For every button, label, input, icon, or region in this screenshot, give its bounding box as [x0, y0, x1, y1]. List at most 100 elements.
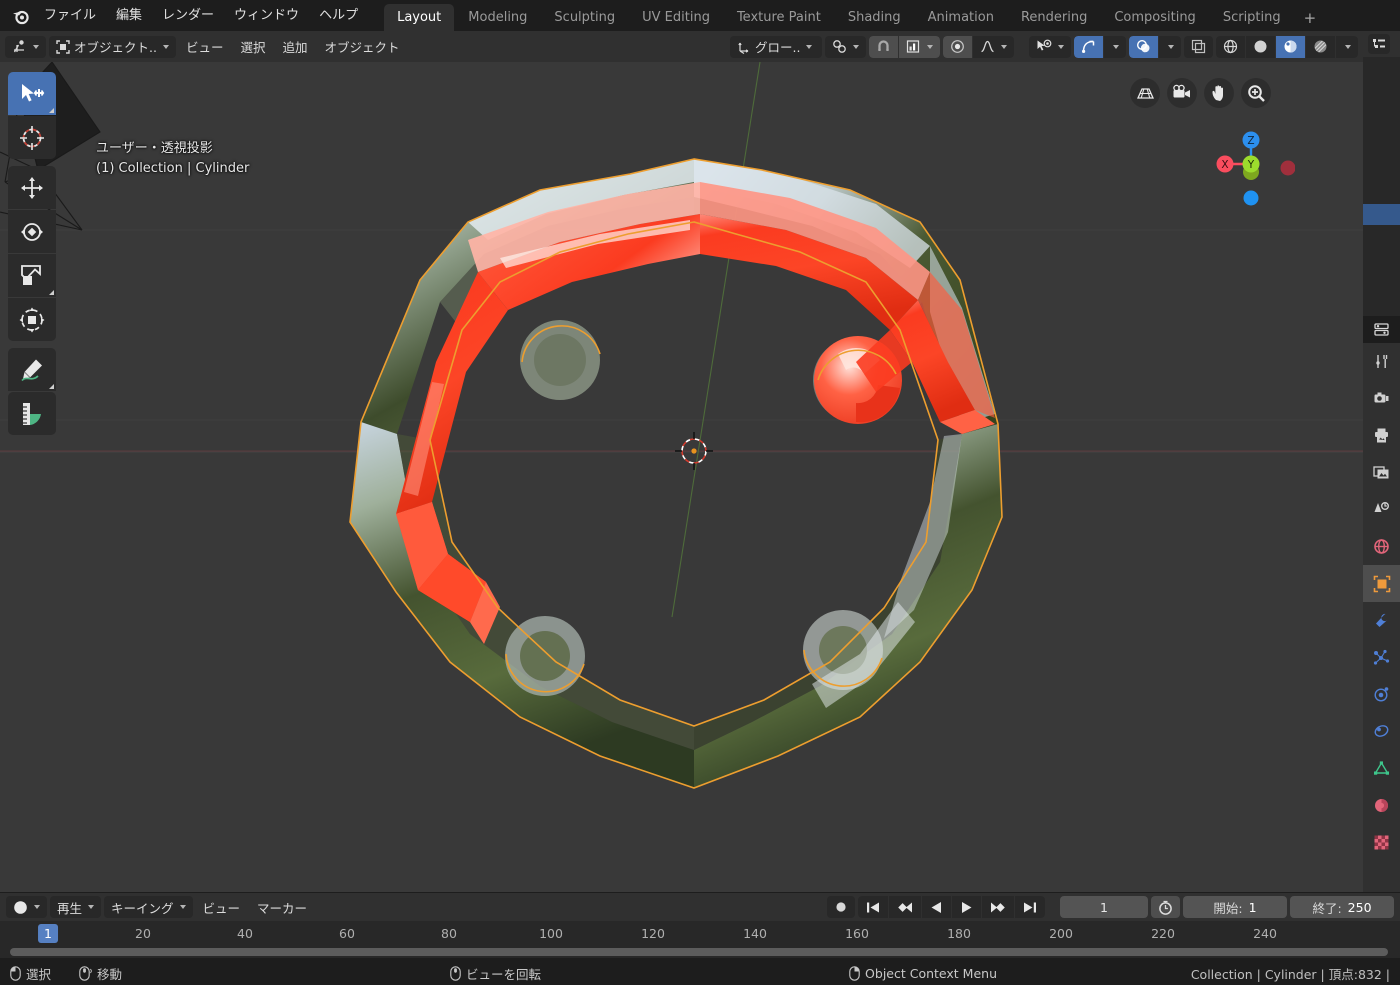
- proportional-falloff-selector[interactable]: [973, 35, 1014, 58]
- tool-measure[interactable]: [8, 392, 56, 435]
- workspace-tab-sculpting[interactable]: Sculpting: [541, 4, 628, 31]
- timeline-menu-view[interactable]: ビュー: [196, 896, 248, 918]
- properties-tab-texture[interactable]: [1363, 824, 1400, 861]
- show-overlays-toggle[interactable]: [1129, 35, 1158, 58]
- snap-magnet-toggle[interactable]: [869, 35, 898, 58]
- outliner-row[interactable]: [1363, 183, 1400, 204]
- outliner-row[interactable]: [1363, 246, 1400, 267]
- 3d-viewport[interactable]: ユーザー・透視投影 (1) Collection | Cylinder Z Y …: [0, 62, 1363, 892]
- frame-start-field[interactable]: 開始: 1: [1183, 896, 1287, 918]
- editor-type-selector[interactable]: [5, 35, 46, 58]
- menu-file[interactable]: ファイル: [34, 4, 106, 27]
- menu-window[interactable]: ウィンドウ: [224, 4, 309, 27]
- timeline-menu-marker[interactable]: マーカー: [250, 896, 314, 918]
- timeline-menu-keying[interactable]: キーイング: [104, 896, 193, 918]
- properties-tab-modifiers[interactable]: [1363, 602, 1400, 639]
- timeline-horizontal-scrollbar[interactable]: [10, 948, 1388, 956]
- gizmo-options-selector[interactable]: [1104, 35, 1126, 58]
- play-reverse-button[interactable]: [922, 896, 951, 918]
- workspace-tab-modeling[interactable]: Modeling: [455, 4, 540, 31]
- tool-move[interactable]: [8, 166, 56, 209]
- tool-cursor[interactable]: [8, 116, 56, 159]
- tool-transform[interactable]: [8, 298, 56, 341]
- properties-tab-physics[interactable]: [1363, 676, 1400, 713]
- properties-tab-render[interactable]: [1363, 380, 1400, 417]
- outliner-row[interactable]: [1363, 120, 1400, 141]
- viewport-menu-view[interactable]: ビュー: [179, 36, 231, 58]
- outliner-row[interactable]: [1363, 99, 1400, 120]
- properties-tab-tool[interactable]: [1363, 343, 1400, 380]
- shading-material-preview-button[interactable]: [1276, 35, 1305, 58]
- properties-tab-object[interactable]: [1363, 565, 1400, 602]
- workspace-tab-shading[interactable]: Shading: [835, 4, 914, 31]
- workspace-tab-compositing[interactable]: Compositing: [1101, 4, 1209, 31]
- toggle-xray-button[interactable]: [1184, 35, 1213, 58]
- auto-keying-button[interactable]: [827, 896, 855, 918]
- menu-help[interactable]: ヘルプ: [309, 4, 368, 27]
- properties-tab-world[interactable]: [1363, 528, 1400, 565]
- transform-orientation-selector[interactable]: グロー..: [730, 35, 822, 58]
- pan-view-button[interactable]: [1204, 78, 1234, 108]
- workspace-tab-scripting[interactable]: Scripting: [1210, 4, 1294, 31]
- workspace-tab-texture-paint[interactable]: Texture Paint: [724, 4, 834, 31]
- object-types-visibility-button[interactable]: [1029, 35, 1071, 58]
- play-button[interactable]: [952, 896, 981, 918]
- timeline-playhead[interactable]: 1: [38, 924, 58, 943]
- viewport-menu-object[interactable]: オブジェクト: [318, 36, 407, 58]
- outliner-editor-type-selector[interactable]: [1368, 34, 1390, 54]
- workspace-tab-rendering[interactable]: Rendering: [1008, 4, 1100, 31]
- blender-logo-icon[interactable]: [8, 3, 34, 29]
- outliner-row[interactable]: [1363, 267, 1400, 288]
- tool-annotate[interactable]: [8, 348, 56, 391]
- workspace-tab-animation[interactable]: Animation: [915, 4, 1007, 31]
- outliner-row[interactable]: [1363, 225, 1400, 246]
- camera-view-button[interactable]: [1167, 78, 1197, 108]
- shading-rendered-button[interactable]: [1306, 35, 1335, 58]
- outliner-row[interactable]: [1363, 78, 1400, 99]
- workspace-tab-uv-editing[interactable]: UV Editing: [629, 4, 723, 31]
- frame-end-field[interactable]: 終了: 250: [1290, 896, 1394, 918]
- outliner-row[interactable]: [1363, 141, 1400, 162]
- zoom-view-button[interactable]: [1241, 78, 1271, 108]
- tool-select-box[interactable]: [8, 72, 56, 115]
- menu-render[interactable]: レンダー: [152, 4, 224, 27]
- timeline-menu-playback[interactable]: 再生: [50, 896, 102, 918]
- shading-options-selector[interactable]: [1336, 35, 1358, 58]
- properties-tab-constraints[interactable]: [1363, 713, 1400, 750]
- properties-tab-output[interactable]: [1363, 417, 1400, 454]
- outliner-row-selected[interactable]: [1363, 204, 1400, 225]
- outliner-tree[interactable]: [1363, 57, 1400, 288]
- use-preview-range-button[interactable]: [1151, 896, 1180, 918]
- jump-to-start-button[interactable]: [858, 896, 888, 918]
- editor-type-properties-icon[interactable]: [1373, 321, 1390, 338]
- properties-tab-particles[interactable]: [1363, 639, 1400, 676]
- timeline-editor-type-selector[interactable]: [6, 896, 47, 918]
- shading-solid-button[interactable]: [1246, 35, 1275, 58]
- shading-wireframe-button[interactable]: [1216, 35, 1245, 58]
- timeline-ruler[interactable]: 20 40 60 80 100 120 140 160 180 200 220 …: [0, 921, 1400, 958]
- outliner-row[interactable]: [1363, 57, 1400, 78]
- properties-tab-scene[interactable]: [1363, 491, 1400, 528]
- tool-rotate[interactable]: [8, 210, 56, 253]
- add-workspace-button[interactable]: +: [1295, 5, 1326, 31]
- workspace-tab-layout[interactable]: Layout: [384, 4, 455, 31]
- toggle-orthographic-button[interactable]: [1130, 78, 1160, 108]
- properties-tab-view-layer[interactable]: [1363, 454, 1400, 491]
- next-keyframe-button[interactable]: [982, 896, 1014, 918]
- jump-to-end-button[interactable]: [1015, 896, 1045, 918]
- previous-keyframe-button[interactable]: [889, 896, 921, 918]
- menu-edit[interactable]: 編集: [106, 4, 152, 27]
- show-gizmo-toggle[interactable]: [1074, 35, 1103, 58]
- snap-target-selector[interactable]: [899, 35, 940, 58]
- viewport-menu-select[interactable]: 選択: [233, 36, 272, 58]
- current-frame-field[interactable]: 1: [1060, 896, 1148, 918]
- snap-pivot-button[interactable]: [825, 35, 866, 58]
- viewport-axis-gizmo[interactable]: Z Y X: [1205, 128, 1295, 218]
- properties-tab-material[interactable]: [1363, 787, 1400, 824]
- overlays-options-selector[interactable]: [1159, 35, 1181, 58]
- tool-scale[interactable]: [8, 254, 56, 297]
- outliner-row[interactable]: [1363, 162, 1400, 183]
- interaction-mode-selector[interactable]: オブジェクト..: [49, 35, 176, 58]
- proportional-editing-toggle[interactable]: [943, 35, 972, 58]
- properties-tab-object-data[interactable]: [1363, 750, 1400, 787]
